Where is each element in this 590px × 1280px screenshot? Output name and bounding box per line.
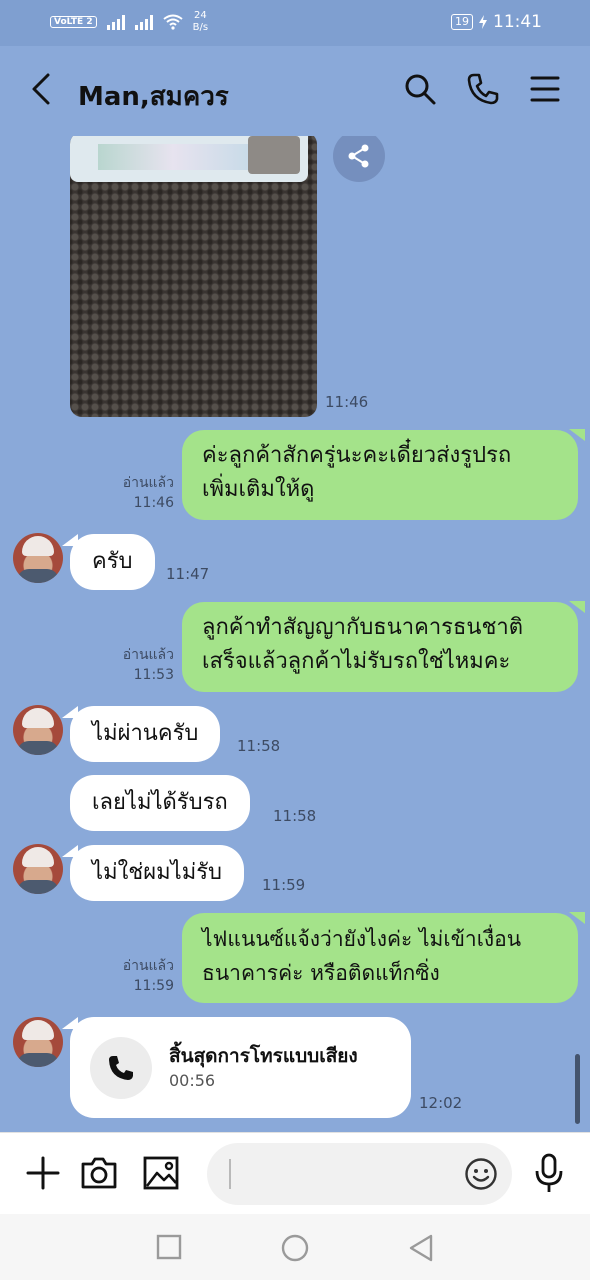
incoming-message[interactable]: ไม่ใช่ผมไม่รับ: [62, 845, 244, 901]
chat-header: Man,สมควร: [0, 46, 590, 136]
message-text: เลยไม่ได้รับรถ: [92, 790, 228, 815]
volte-badge: VoLTE 2: [50, 16, 97, 28]
emoji-icon[interactable]: [464, 1157, 498, 1191]
recent-apps-icon[interactable]: [156, 1234, 182, 1260]
volte-label: VoLTE: [54, 17, 84, 27]
read-label: อ่านแล้ว: [122, 958, 174, 974]
chat-area[interactable]: 11:46 อ่านแล้ว 11:46 ค่ะลูกค้าสักครู่นะค…: [0, 136, 590, 1132]
image-icon[interactable]: [143, 1153, 179, 1193]
back-arrow-icon[interactable]: [28, 72, 58, 106]
message-time: 11:53: [133, 667, 174, 683]
message-text: ไม่ผ่านครับ: [92, 721, 199, 746]
call-duration: 00:56: [169, 1071, 216, 1090]
battery-icon: 19: [451, 14, 473, 30]
message-text: ไม่ใช่ผมไม่รับ: [92, 860, 222, 885]
id-card-photo: [70, 136, 308, 182]
image-message[interactable]: [70, 136, 317, 417]
outgoing-message[interactable]: ไฟแนนซ์แจ้งว่ายังไงค่ะ ไม่เข้าเงื่อน ธนา…: [182, 913, 578, 1003]
message-text-line: ค่ะลูกค้าสักครู่นะคะเดี๋ยวส่งรูปรถ: [202, 443, 512, 468]
call-status-text: สิ้นสุดการโทรแบบเสียง: [169, 1045, 358, 1067]
avatar[interactable]: [13, 1017, 63, 1067]
share-button[interactable]: [333, 136, 385, 182]
incoming-message[interactable]: เลยไม่ได้รับรถ: [70, 775, 250, 831]
status-right: 19 11:41: [451, 12, 542, 32]
battery-level: 19: [455, 15, 469, 28]
call-icon-circle: [90, 1037, 152, 1099]
scrollbar[interactable]: [575, 1054, 580, 1124]
message-time: 11:59: [262, 876, 306, 894]
message-time: 11:46: [325, 393, 369, 411]
clock: 11:41: [493, 12, 542, 32]
microphone-icon[interactable]: [534, 1153, 564, 1195]
net-speed: 24 B/s: [193, 10, 208, 34]
avatar[interactable]: [13, 705, 63, 755]
read-receipt: อ่านแล้ว 11:53: [110, 645, 174, 685]
read-receipt: อ่านแล้ว 11:59: [110, 956, 174, 996]
sim-number: 2: [86, 17, 93, 27]
phone-icon[interactable]: [466, 72, 500, 106]
plus-icon[interactable]: [26, 1153, 60, 1193]
menu-icon[interactable]: [530, 72, 560, 106]
read-receipt: อ่านแล้ว 11:46: [110, 473, 174, 513]
share-icon: [348, 144, 369, 168]
message-text: ครับ: [92, 549, 133, 574]
text-caret: [229, 1159, 231, 1189]
status-bar: VoLTE 2 24 B/s 19 11:41: [0, 0, 590, 46]
outgoing-message[interactable]: ค่ะลูกค้าสักครู่นะคะเดี๋ยวส่งรูปรถ เพิ่ม…: [182, 430, 578, 520]
message-time: 11:46: [133, 495, 174, 511]
message-time: 12:02: [419, 1094, 463, 1112]
message-time: 11:59: [133, 978, 174, 994]
camera-icon[interactable]: [80, 1153, 118, 1193]
message-text-line: เพิ่มเติมให้ดู: [202, 477, 315, 502]
message-text-line: ธนาคารค่ะ หรือติดแท็กซิ่ง: [202, 961, 440, 985]
search-icon[interactable]: [403, 72, 437, 106]
home-icon[interactable]: [281, 1234, 309, 1262]
message-time: 11:47: [166, 565, 210, 583]
net-speed-value: 24: [193, 10, 207, 21]
charging-icon: [479, 15, 487, 29]
avatar[interactable]: [13, 844, 63, 894]
system-nav-bar: [0, 1214, 590, 1280]
net-speed-unit: B/s: [192, 22, 209, 33]
chat-title: Man,สมควร: [78, 82, 229, 112]
read-label: อ่านแล้ว: [122, 475, 174, 491]
phone-handset-icon: [109, 1056, 133, 1080]
incoming-message[interactable]: ไม่ผ่านครับ: [61, 706, 221, 762]
message-input[interactable]: [207, 1143, 512, 1205]
incoming-message[interactable]: ครับ: [62, 534, 155, 590]
avatar[interactable]: [13, 533, 63, 583]
message-time: 11:58: [237, 737, 281, 755]
message-time: 11:58: [273, 807, 317, 825]
call-ended-message[interactable]: สิ้นสุดการโทรแบบเสียง 00:56: [62, 1017, 411, 1118]
input-bar: [0, 1132, 590, 1214]
back-triangle-icon[interactable]: [408, 1234, 434, 1262]
outgoing-message[interactable]: ลูกค้าทำสัญญากับธนาคารธนชาติ เสร็จแล้วลู…: [182, 602, 578, 692]
message-text-line: เสร็จแล้วลูกค้าไม่รับรถใช่ไหมคะ: [202, 649, 511, 674]
wifi-icon: [162, 14, 183, 30]
read-label: อ่านแล้ว: [122, 647, 174, 663]
signal-icon: [106, 14, 125, 30]
status-left: VoLTE 2 24 B/s: [50, 10, 208, 34]
message-text-line: ไฟแนนซ์แจ้งว่ายังไงค่ะ ไม่เข้าเงื่อน: [202, 927, 522, 951]
signal-2-icon: [134, 14, 153, 30]
message-text-line: ลูกค้าทำสัญญากับธนาคารธนชาติ: [202, 615, 524, 640]
